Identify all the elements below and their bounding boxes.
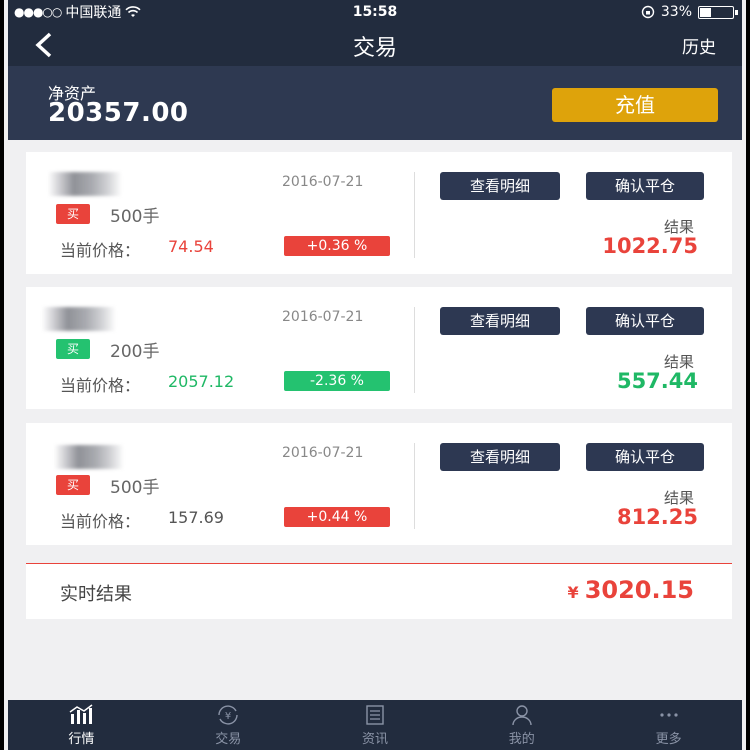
position-date: 2016-07-21 [282,174,364,190]
change-badge: +0.44 % [284,507,390,527]
net-asset-value: 20357.00 [48,98,189,128]
realtime-result-value: 3020.15 [584,576,694,604]
more-icon [659,712,678,717]
redacted-product-name [48,172,122,196]
tab-mine[interactable]: 我的 [448,700,595,750]
current-price-label: 当前价格： [60,376,141,395]
svg-text:¥: ¥ [225,711,231,722]
net-asset-panel: 净资产 20357.00 充值 [8,66,742,140]
card-divider [414,172,415,258]
current-price: 157.69 [168,508,224,527]
current-price: 74.54 [168,237,214,256]
change-badge: +0.36 % [284,236,390,256]
battery-icon [698,5,738,19]
change-badge: -2.36 % [284,371,390,391]
current-price: 2057.12 [168,372,235,391]
tab-label: 交易 [215,731,242,747]
news-icon [366,704,384,725]
clock: 15:58 [352,4,398,20]
tab-label: 更多 [655,731,682,747]
currency-symbol: ¥ [567,583,579,602]
side-badge: 买 [56,204,90,224]
view-detail-button[interactable]: 查看明细 [440,443,560,471]
recharge-button[interactable]: 充值 [552,88,718,122]
side-badge: 买 [56,339,90,359]
current-price-label: 当前价格： [60,241,141,260]
position-card: 2016-07-21 买 500手 当前价格： 157.69 +0.44 % 查… [26,423,732,545]
history-button[interactable]: 历史 [682,33,716,58]
status-bar: ●●●○○ 中国联通 15:58 33% [8,0,742,24]
realtime-result-value-group: ¥3020.15 [568,576,694,604]
card-divider [414,443,415,529]
tab-label: 行情 [68,731,95,747]
tab-trade[interactable]: ¥ 交易 [155,700,302,750]
view-detail-button[interactable]: 查看明细 [440,172,560,200]
tab-label: 资讯 [361,731,388,747]
result-value: 557.44 [616,369,698,393]
result-value: 1022.75 [602,234,698,258]
result-value: 812.25 [616,505,698,529]
realtime-result-label: 实时结果 [60,584,132,605]
bottom-tab-bar: 行情 ¥ 交易 资讯 我的 更多 [8,700,742,750]
page-title: 交易 [352,36,397,61]
position-date: 2016-07-21 [282,309,364,325]
position-date: 2016-07-21 [282,445,364,461]
yen-exchange-icon: ¥ [218,704,238,725]
side-badge: 买 [56,475,90,495]
position-card: 2016-07-21 买 500手 当前价格： 74.54 +0.36 % 查看… [26,152,732,274]
confirm-close-button[interactable]: 确认平仓 [586,443,704,471]
tab-more[interactable]: 更多 [595,700,742,750]
battery-group: 33% [641,4,738,20]
tab-news[interactable]: 资讯 [302,700,449,750]
position-card: 2016-07-21 买 200手 当前价格： 2057.12 -2.36 % … [26,287,732,409]
redacted-product-name [54,445,124,469]
position-lots: 500手 [110,478,160,498]
position-lots: 200手 [110,342,160,362]
current-price-label: 当前价格： [60,512,141,531]
app-screen: ●●●○○ 中国联通 15:58 33% 交易 历史 净资产 20357.00 … [0,0,750,750]
realtime-result-row: 实时结果 ¥3020.15 [26,563,732,619]
position-lots: 500手 [110,207,160,227]
view-detail-button[interactable]: 查看明细 [440,307,560,335]
redacted-product-name [42,307,116,331]
card-divider [414,307,415,393]
rotation-lock-icon [641,5,655,19]
battery-percent: 33% [660,4,692,20]
tab-market[interactable]: 行情 [8,700,155,750]
chart-icon [69,703,93,724]
tab-label: 我的 [508,731,535,747]
confirm-close-button[interactable]: 确认平仓 [586,307,704,335]
confirm-close-button[interactable]: 确认平仓 [586,172,704,200]
user-icon [512,704,532,725]
nav-bar: 交易 历史 [8,24,742,66]
